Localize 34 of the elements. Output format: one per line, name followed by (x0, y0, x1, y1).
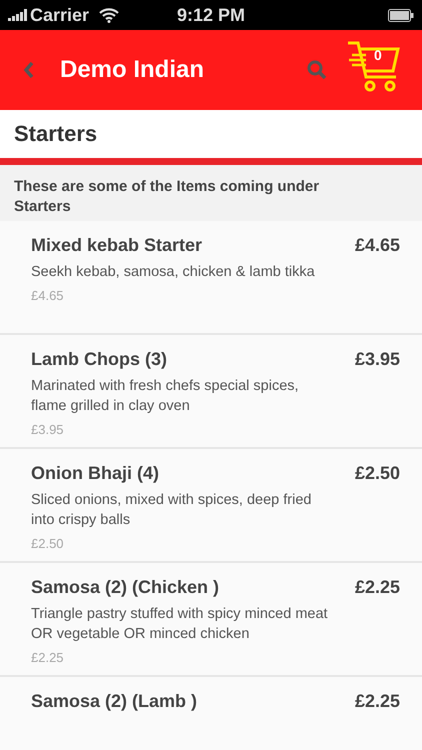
item-sub-price: £4.65 (31, 288, 65, 303)
search-icon[interactable] (306, 59, 328, 81)
signal-icon (8, 9, 27, 21)
menu-item[interactable]: Onion Bhaji (4) £2.50 Sliced onions, mixed with spices, deep fried into crispy balls £2.50 (0, 449, 422, 563)
item-description: Sliced onions, mixed with spices, deep fried into crispy balls (31, 491, 312, 530)
app-title: Demo Indian (60, 56, 204, 84)
item-price: £2.25 (354, 691, 400, 712)
item-price: £3.95 (354, 349, 400, 370)
item-description: Triangle pastry stuffed with spicy minced meat OR vegetable OR minced chicken (31, 605, 329, 644)
section-intro: These are some of the Items coming under Starters (13, 177, 320, 217)
menu-item[interactable]: Mixed kebab Starter £4.65 Seekh kebab, samosa, chicken & lamb tikka £4.65 (0, 221, 422, 335)
menu-item[interactable]: Lamb Chops (3) £3.95 Marinated with fresh chefs special spices, flame grilled in clay oven £3.95 (0, 335, 422, 449)
back-icon[interactable] (22, 59, 36, 81)
item-description: Marinated with fresh chefs special spices, flame grilled in clay oven (31, 377, 300, 416)
item-name: Onion Bhaji (4) (31, 463, 159, 484)
item-sub-price: £2.50 (31, 536, 65, 551)
carrier-name: Carrier (30, 4, 90, 26)
item-description: Seekh kebab, samosa, chicken & lamb tikka (31, 263, 316, 282)
item-price: £2.25 (354, 577, 400, 598)
clock-time: 9:12 PM (176, 4, 246, 24)
section-title: Starters (14, 121, 98, 147)
item-name: Samosa (2) (Chicken ) (31, 577, 220, 598)
item-sub-price: £2.25 (31, 650, 65, 665)
battery-icon (388, 8, 414, 22)
item-name: Lamb Chops (3) (31, 349, 168, 370)
cart-count: 0 (374, 47, 382, 63)
item-name: Samosa (2) (Lamb ) (31, 691, 198, 712)
menu-item[interactable]: Samosa (2) (Lamb ) £2.25 (0, 677, 422, 750)
item-price: £2.50 (354, 463, 400, 484)
wifi-icon (99, 7, 120, 23)
menu-item[interactable]: Samosa (2) (Chicken ) £2.25 Triangle pastry stuffed with spicy minced meat OR vegetable OR minced chicken £2.25 (0, 563, 422, 677)
item-name: Mixed kebab Starter (31, 235, 202, 256)
item-price: £4.65 (354, 235, 400, 256)
item-sub-price: £3.95 (31, 422, 65, 437)
